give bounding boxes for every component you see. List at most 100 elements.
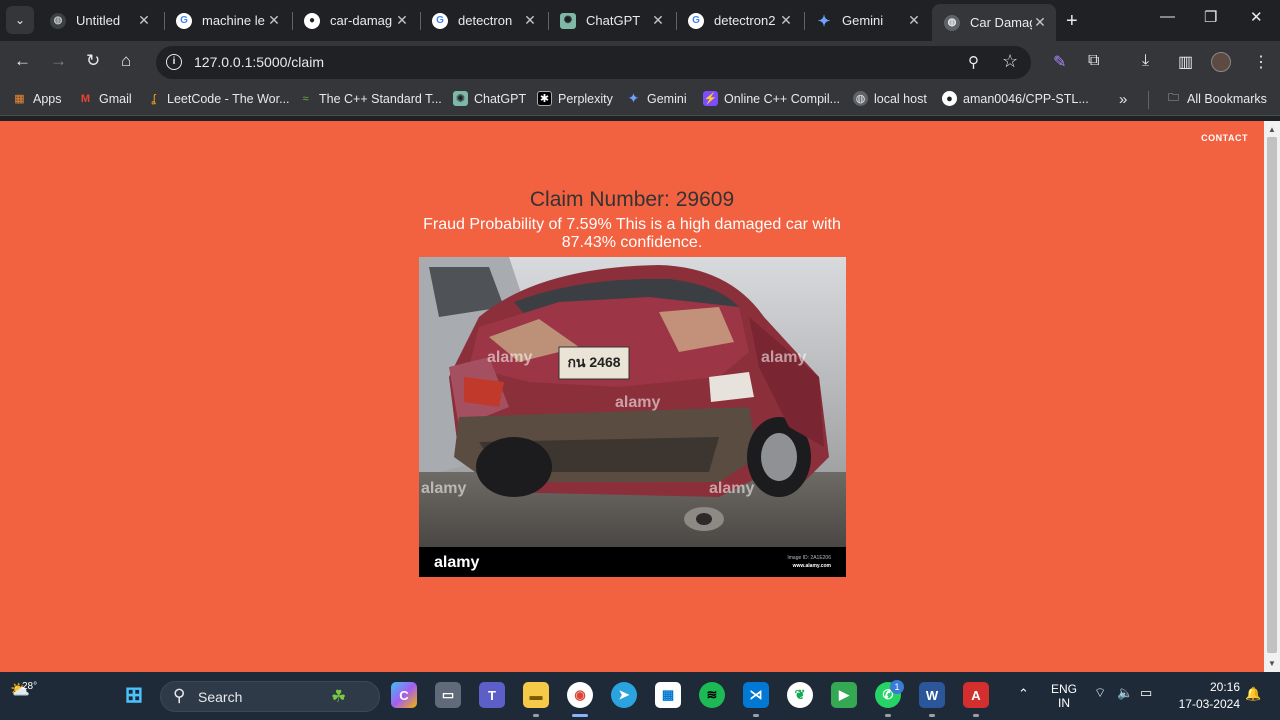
globe-icon: ◍ — [853, 91, 868, 106]
running-indicator — [885, 714, 891, 717]
all-bookmarks[interactable]: 🗀 All Bookmarks — [1166, 91, 1267, 106]
word-icon[interactable]: W — [919, 682, 945, 708]
tab-gemini[interactable]: ✦ Gemini ✕ — [804, 6, 930, 35]
reload-icon: ↻ — [86, 51, 101, 70]
home-button[interactable]: ⌂ — [121, 51, 131, 71]
url-text[interactable]: 127.0.0.1:5000/claim — [194, 54, 324, 70]
close-icon[interactable]: ✕ — [778, 12, 794, 29]
tab-car-damage-active[interactable]: ◍ Car Damag ✕ — [932, 4, 1056, 41]
scroll-down-icon[interactable]: ▼ — [1268, 659, 1276, 668]
pdf-reader-icon[interactable]: A — [963, 682, 989, 708]
github-icon: ● — [942, 91, 957, 106]
tab-machine-learning[interactable]: G machine le ✕ — [164, 6, 290, 35]
side-panel-icon[interactable]: ▥ — [1178, 52, 1193, 72]
profile-avatar[interactable] — [1211, 52, 1231, 72]
zoom-icon[interactable]: ⚲ — [968, 53, 979, 71]
tab-untitled[interactable]: ◍ Untitled ✕ — [38, 6, 160, 35]
damaged-car-image: กน 2468 alamy alamy alamy alamy alamy al… — [419, 257, 846, 577]
tab-chatgpt[interactable]: ✺ ChatGPT ✕ — [548, 6, 674, 35]
chevron-up-icon[interactable]: ⌃ — [1018, 686, 1029, 702]
task-view-icon[interactable]: ▭ — [435, 682, 461, 708]
extension-feather-icon[interactable]: ✎ — [1053, 52, 1066, 72]
vscode-icon[interactable]: ⋊ — [743, 682, 769, 708]
close-icon[interactable]: ✕ — [136, 12, 152, 29]
bookmark-local-host[interactable]: ◍ local host — [853, 91, 927, 106]
close-icon[interactable]: ✕ — [522, 12, 538, 29]
arrow-right-icon: → — [50, 51, 67, 70]
battery-icon[interactable]: ▭ — [1140, 685, 1152, 701]
scroll-up-icon[interactable]: ▲ — [1268, 125, 1276, 134]
windows-start-icon[interactable]: ⊞ — [121, 682, 147, 708]
bookmark-star-icon[interactable]: ☆ — [1002, 51, 1018, 72]
language-indicator[interactable]: ENG IN — [1050, 682, 1078, 710]
google-icon: G — [176, 12, 192, 29]
compiler-icon: ⚡ — [703, 91, 718, 106]
running-indicator — [533, 714, 539, 717]
gemini-icon: ✦ — [817, 12, 831, 30]
windows-taskbar: ⛅ 28° ⊞ ⚲ Search ☘ C ▭ T ▬ ◉ ➤ ▦ ≋ ⋊ ❦ ▶… — [0, 672, 1280, 720]
microsoft-store-icon[interactable]: ▦ — [655, 682, 681, 708]
globe-icon: ◍ — [944, 14, 960, 31]
watermark-text: alamy — [709, 480, 754, 497]
site-info-icon[interactable]: i — [166, 54, 182, 70]
close-icon[interactable]: ✕ — [906, 12, 922, 29]
taskbar-search[interactable]: ⚲ Search ☘ — [160, 681, 380, 712]
watermark-text: alamy — [761, 349, 806, 366]
back-button[interactable]: ← — [14, 51, 31, 71]
restore-icon[interactable]: ❐ — [1204, 8, 1217, 26]
more-menu-icon[interactable]: ⋮ — [1253, 52, 1269, 72]
window-close-icon[interactable]: ✕ — [1250, 8, 1263, 26]
more-bookmarks-icon[interactable]: » — [1119, 91, 1127, 108]
forward-button[interactable]: → — [50, 51, 67, 71]
clock[interactable]: 20:16 17-03-2024 — [1172, 680, 1240, 711]
watermark-text: alamy — [615, 394, 660, 411]
notification-bell-icon[interactable]: 🔔 — [1245, 686, 1261, 702]
tab-search-button[interactable]: ⌄ — [6, 6, 34, 34]
volume-icon[interactable]: 🔈 — [1117, 685, 1133, 701]
globe-icon: ◍ — [50, 12, 66, 29]
minimize-icon[interactable]: — — [1160, 8, 1175, 25]
bookmarks-bar: ▦ Apps M Gmail ʆ LeetCode - The Wor... ≈… — [0, 84, 1280, 116]
bookmark-gemini[interactable]: ✦ Gemini — [626, 90, 687, 106]
file-explorer-icon[interactable]: ▬ — [523, 682, 549, 708]
notification-badge: 1 — [890, 680, 904, 694]
telegram-icon[interactable]: ➤ — [611, 682, 637, 708]
bookmark-cpp-standard[interactable]: ≈ The C++ Standard T... — [298, 91, 441, 106]
alamy-site-text: www.alamy.com — [792, 563, 832, 569]
page-scrollbar[interactable]: ▲ ▼ — [1264, 121, 1280, 672]
copilot-icon[interactable]: C — [391, 682, 417, 708]
spotify-icon[interactable]: ≋ — [699, 682, 725, 708]
extensions-puzzle-icon[interactable]: ⧉ — [1088, 52, 1099, 70]
contact-link[interactable]: CONTACT — [1201, 133, 1248, 143]
bookmark-perplexity[interactable]: ✱ Perplexity — [537, 91, 613, 106]
bookmark-gmail[interactable]: M Gmail — [78, 91, 132, 106]
chrome-icon[interactable]: ◉ — [567, 682, 593, 708]
running-indicator — [973, 714, 979, 717]
close-icon[interactable]: ✕ — [266, 12, 282, 29]
fraud-probability-text: Fraud Probability of 7.59% This is a hig… — [423, 216, 841, 251]
close-icon[interactable]: ✕ — [650, 12, 666, 29]
bookmark-chatgpt[interactable]: ✺ ChatGPT — [453, 91, 526, 106]
bookmark-leetcode[interactable]: ʆ LeetCode - The Wor... — [146, 91, 290, 106]
bookmark-apps[interactable]: ▦ Apps — [12, 91, 61, 106]
meet-icon[interactable]: ▶ — [831, 682, 857, 708]
gemini-icon: ✦ — [627, 90, 640, 106]
tab-detectron[interactable]: G detectron ✕ — [420, 6, 546, 35]
address-bar[interactable]: i 127.0.0.1:5000/claim ⚲ ☆ — [156, 46, 1031, 79]
scrollbar-thumb[interactable] — [1267, 137, 1277, 653]
tab-detectron2[interactable]: G detectron2 ✕ — [676, 6, 802, 35]
teams-icon[interactable]: T — [479, 682, 505, 708]
bookmark-github-cpp-stl[interactable]: ● aman0046/CPP-STL... — [942, 91, 1089, 106]
new-tab-button[interactable]: + — [1066, 10, 1078, 33]
weather-temp[interactable]: 28° — [22, 681, 37, 692]
reload-button[interactable]: ↻ — [86, 51, 100, 71]
mongodb-compass-icon[interactable]: ❦ — [787, 682, 813, 708]
wifi-icon[interactable]: ⌔ — [1094, 685, 1106, 701]
gmail-icon: M — [80, 92, 91, 105]
bookmark-online-compiler[interactable]: ⚡ Online C++ Compil... — [703, 91, 840, 106]
download-icon[interactable]: ⤓ — [1142, 52, 1149, 70]
tab-car-damage-github[interactable]: ● car-damag ✕ — [292, 6, 418, 35]
google-icon: G — [688, 12, 704, 29]
close-icon[interactable]: ✕ — [1032, 14, 1048, 31]
close-icon[interactable]: ✕ — [394, 12, 410, 29]
